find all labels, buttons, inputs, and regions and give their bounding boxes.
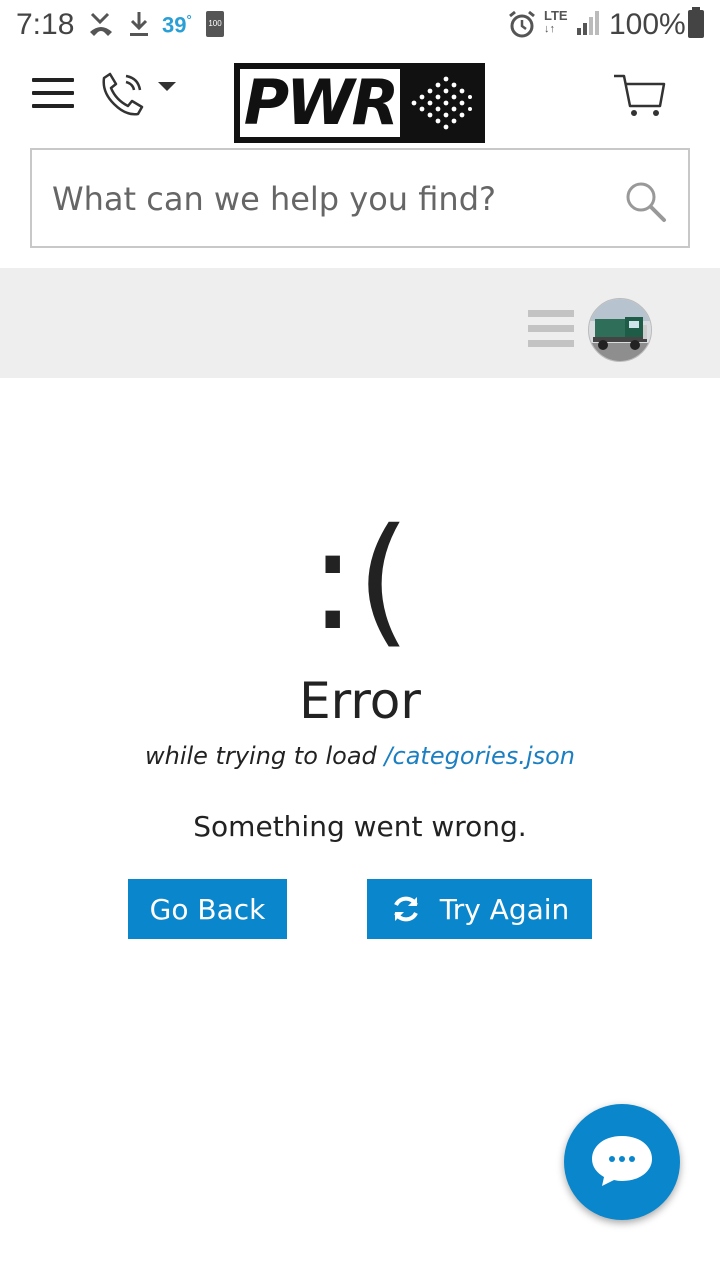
refresh-icon — [393, 896, 418, 922]
search-icon[interactable] — [624, 180, 668, 224]
battery-saver-icon: 100 — [206, 11, 224, 37]
battery-percent: 100% — [609, 8, 686, 41]
status-time: 7:18 — [16, 8, 75, 41]
status-bar: 7:18 39° 100 LTE ↓↑ 100% — [0, 0, 720, 50]
error-context: while trying to load /categories.json — [0, 742, 720, 770]
alarm-icon — [509, 10, 535, 38]
network-type: LTE ↓↑ — [544, 8, 568, 35]
site-logo[interactable]: PWR — [234, 63, 485, 143]
truck-avatar-image — [589, 299, 651, 361]
missed-call-icon — [90, 12, 112, 36]
go-back-button[interactable]: Go Back — [128, 879, 287, 939]
error-title: Error — [299, 672, 421, 730]
error-message: Something went wrong. — [193, 810, 527, 843]
error-context-link[interactable]: /categories.json — [384, 742, 575, 770]
chevron-down-icon[interactable] — [158, 82, 176, 91]
hamburger-icon[interactable] — [32, 78, 76, 112]
logo-dots-icon — [411, 76, 472, 130]
chat-icon — [592, 1136, 652, 1186]
signal-icon — [577, 11, 599, 35]
battery-icon — [688, 7, 704, 38]
search-box[interactable] — [30, 148, 690, 248]
try-again-label: Try Again — [439, 892, 570, 926]
sad-face-icon: :( — [309, 499, 411, 662]
cart-icon[interactable] — [612, 70, 668, 120]
chat-button[interactable] — [564, 1104, 680, 1220]
site-header: PWR — [0, 50, 720, 268]
download-icon — [130, 12, 148, 36]
try-again-button[interactable]: Try Again — [367, 879, 592, 939]
logo-text: PWR — [240, 69, 400, 137]
error-context-prefix: while trying to load — [144, 742, 385, 770]
list-menu-icon[interactable] — [528, 310, 576, 352]
avatar[interactable] — [588, 298, 652, 362]
phone-icon[interactable] — [96, 68, 148, 120]
secondary-nav-bar — [0, 268, 720, 378]
search-input[interactable] — [52, 174, 612, 224]
status-temperature: 39° — [162, 12, 192, 38]
